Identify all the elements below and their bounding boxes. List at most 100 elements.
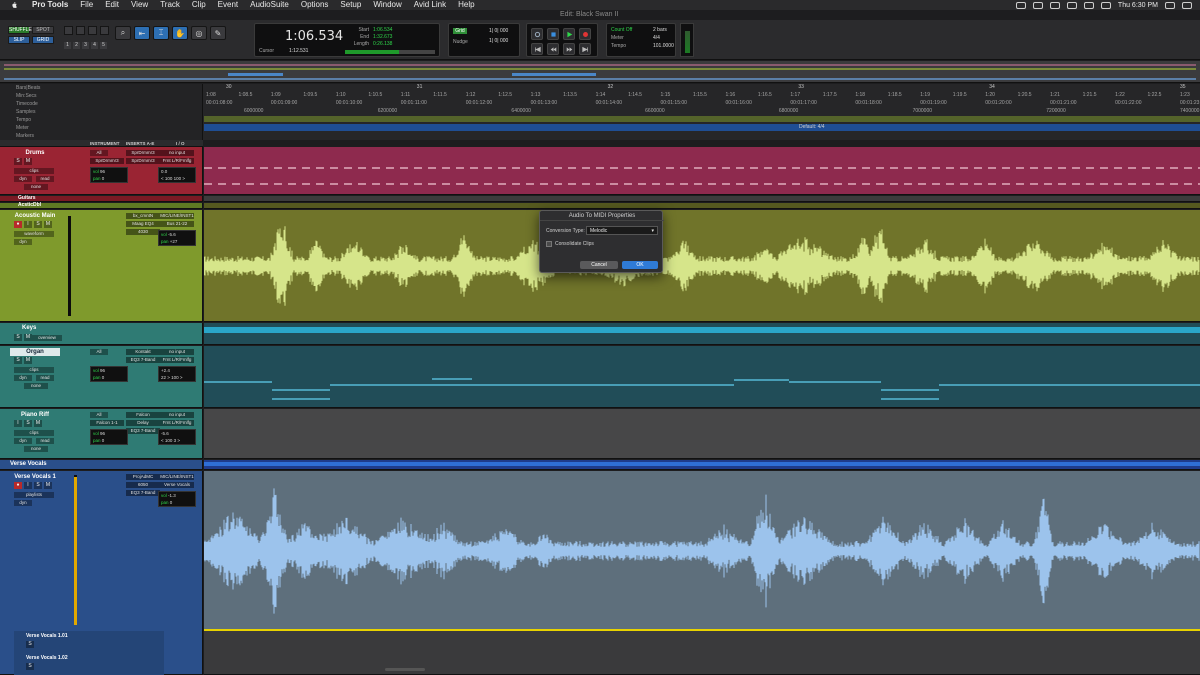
mute-button[interactable]: M bbox=[24, 357, 32, 364]
output-volume-display[interactable]: +2.4 22 > 100 > bbox=[158, 366, 196, 382]
slip-mode-button[interactable]: SLIP bbox=[8, 36, 30, 44]
insert-b[interactable]: Maag EQ4 bbox=[126, 221, 160, 227]
track-head-piano-riff[interactable]: Piano Riff I S M clips dyn read none All… bbox=[0, 409, 203, 459]
solo-button[interactable]: S bbox=[14, 334, 22, 341]
shuffle-mode-button[interactable]: SHUFFLE bbox=[8, 26, 32, 34]
count-off-label[interactable]: Count Off bbox=[611, 27, 632, 33]
input-monitor-button[interactable]: I bbox=[24, 482, 32, 489]
volume-icon[interactable] bbox=[1066, 1, 1077, 9]
insert-a[interactable]: Kontakt bbox=[126, 349, 160, 355]
menu-help[interactable]: Help bbox=[452, 0, 480, 10]
zoom-preset-5[interactable]: 5 bbox=[100, 42, 107, 49]
dyn-selector[interactable]: dyn bbox=[14, 176, 32, 182]
insert-a[interactable]: ProjAdMC bbox=[126, 474, 160, 480]
meter-label[interactable]: Meter bbox=[611, 35, 624, 41]
fast-forward-icon[interactable] bbox=[563, 43, 575, 55]
track-lane-acoustic-main[interactable] bbox=[204, 210, 1200, 322]
record-enable-button[interactable]: ● bbox=[14, 482, 22, 489]
scrubber-tool-icon[interactable]: ◎ bbox=[191, 26, 207, 40]
dyn-selector[interactable]: dyn bbox=[14, 500, 32, 506]
view-selector[interactable]: clips bbox=[14, 430, 54, 436]
col-io[interactable]: I / O bbox=[176, 140, 185, 147]
volume-display[interactable]: vol 96 pan 0 bbox=[90, 366, 128, 382]
view-selector[interactable]: overview bbox=[32, 335, 62, 341]
automation-selector[interactable]: read bbox=[36, 375, 54, 381]
ruler-samples[interactable]: Samples bbox=[0, 108, 203, 116]
insert-c[interactable]: EQ3 7-Band bbox=[126, 428, 160, 434]
input-monitor-button[interactable]: I bbox=[24, 221, 32, 228]
track-head-keys[interactable]: Keys S M overview bbox=[0, 323, 203, 345]
group-selector[interactable]: none bbox=[24, 446, 48, 452]
menu-track[interactable]: Track bbox=[154, 0, 186, 10]
stop-button[interactable] bbox=[547, 28, 559, 40]
output-selector[interactable]: Frnt L/R/Fmlfg bbox=[160, 158, 194, 164]
trim-tool-icon[interactable]: ⇤ bbox=[134, 26, 150, 40]
volume-display[interactable]: vol 96 pan 0 bbox=[90, 429, 128, 445]
insert-a[interactable]: Falcon bbox=[126, 412, 160, 418]
grabber-tool-icon[interactable]: ✋ bbox=[172, 26, 188, 40]
track-lane-guitars[interactable] bbox=[204, 196, 1200, 202]
menu-options[interactable]: Options bbox=[295, 0, 335, 10]
input-selector[interactable]: no input bbox=[160, 412, 194, 418]
input-selector[interactable]: MIC/LINE/INST1 bbox=[160, 213, 194, 219]
conversion-type-select[interactable]: Melodic ▾ bbox=[586, 226, 658, 235]
track-name[interactable]: Drums bbox=[10, 149, 60, 157]
zoom-preset-2[interactable]: 2 bbox=[73, 42, 80, 49]
output-selector[interactable]: Verse Vocals bbox=[160, 482, 194, 488]
input-selector[interactable]: MIC/LINE/INST1 bbox=[160, 474, 194, 480]
grid-mode-button[interactable]: GRID bbox=[32, 36, 54, 44]
ruler-area[interactable]: Default: 4/4 30 31 32 33 34 35 1:08 1:08.5 1:09 1… bbox=[204, 84, 1200, 140]
zoom-out-icon[interactable] bbox=[64, 26, 73, 35]
input-monitor-button[interactable]: I bbox=[14, 420, 22, 427]
menu-view[interactable]: View bbox=[125, 0, 154, 10]
instrument-name[interactable]: SprDrmmr3 bbox=[90, 158, 124, 164]
zoom-preset-4[interactable]: 4 bbox=[91, 42, 98, 49]
track-head-drums[interactable]: Drums S M clips dyn read none All SprDrm… bbox=[0, 147, 203, 195]
mute-button[interactable]: M bbox=[34, 420, 42, 427]
zoom-preset-3[interactable]: 3 bbox=[82, 42, 89, 49]
track-name[interactable]: Guitars bbox=[18, 195, 36, 201]
volume-display[interactable]: vol 96 pan 0 bbox=[90, 167, 128, 183]
wifi-icon[interactable] bbox=[1100, 1, 1111, 9]
ruler-min-secs[interactable]: Min:Secs bbox=[0, 92, 203, 100]
go-to-end-icon[interactable] bbox=[579, 43, 591, 55]
insert-b[interactable]: Delay bbox=[126, 420, 160, 426]
display-icon[interactable] bbox=[1049, 1, 1060, 9]
cancel-button[interactable]: Cancel bbox=[580, 261, 618, 269]
track-name[interactable]: Verse Vocals bbox=[10, 461, 47, 467]
insert-c[interactable]: 4030 bbox=[126, 229, 160, 235]
track-head-verse-vocals[interactable]: Verse Vocals bbox=[0, 460, 203, 470]
menu-avid-link[interactable]: Avid Link bbox=[408, 0, 452, 10]
horizontal-scrollbar[interactable] bbox=[385, 668, 425, 671]
volume-display[interactable]: vol -5.6 pan +27 bbox=[158, 230, 196, 246]
view-selector[interactable]: clips bbox=[14, 367, 54, 373]
mute-button[interactable]: M bbox=[44, 221, 52, 228]
col-inserts[interactable]: INSERTS A-E bbox=[126, 140, 154, 147]
input-selector[interactable]: no input bbox=[160, 150, 194, 156]
insert-a[interactable]: bx_cmntN bbox=[126, 213, 160, 219]
solo-button[interactable]: S bbox=[14, 158, 22, 165]
track-lane-keys[interactable] bbox=[204, 323, 1200, 345]
track-name[interactable]: Keys bbox=[22, 325, 36, 331]
record-enable-button[interactable]: ● bbox=[14, 221, 22, 228]
playlist-1-solo[interactable]: S bbox=[26, 641, 34, 648]
grid-button[interactable]: Grid bbox=[453, 28, 467, 34]
view-selector[interactable]: clips bbox=[14, 168, 54, 174]
playlist-2-solo[interactable]: S bbox=[26, 663, 34, 670]
input-selector[interactable]: no input bbox=[160, 349, 194, 355]
track-lane-piano-riff[interactable] bbox=[204, 409, 1200, 459]
ok-button[interactable]: OK bbox=[622, 261, 658, 269]
ruler-markers[interactable]: Markers bbox=[0, 132, 203, 140]
track-name[interactable]: Piano Riff bbox=[10, 411, 60, 419]
dyn-selector[interactable]: dyn bbox=[14, 239, 32, 245]
end-value[interactable]: 1:32.673 bbox=[373, 34, 392, 41]
volume-display[interactable]: vol -1.3 pan 0 bbox=[158, 491, 196, 507]
record-button[interactable] bbox=[579, 28, 591, 40]
length-value[interactable]: 0:26.138 bbox=[373, 41, 392, 48]
solo-button[interactable]: S bbox=[34, 221, 42, 228]
solo-button[interactable]: S bbox=[14, 357, 22, 364]
insert-b[interactable]: EQ3 7-Band bbox=[126, 357, 160, 363]
mute-button[interactable]: M bbox=[24, 158, 32, 165]
ruler-tempo[interactable]: Tempo bbox=[0, 116, 203, 124]
track-head-verse-vocals-1[interactable]: Verse Vocals 1 ● I S M playlists dyn Pro… bbox=[0, 471, 203, 675]
